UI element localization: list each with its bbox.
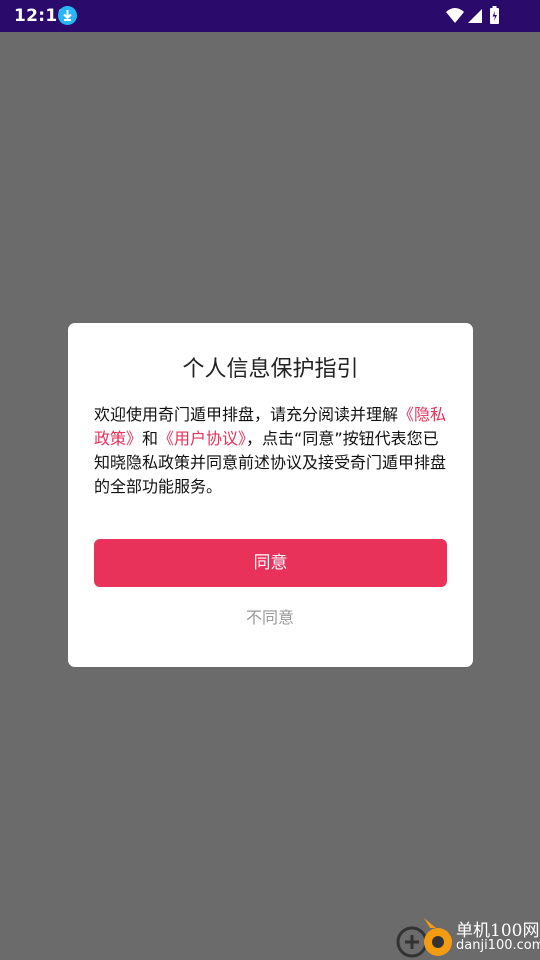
body-intro: 欢迎使用奇门遁甲排盘，请充分阅读并理解 (94, 405, 399, 424)
dialog-body: 欢迎使用奇门遁甲排盘，请充分阅读并理解《隐私政策》和《用户协议》，点击“同意”按… (94, 403, 450, 499)
disagree-button[interactable]: 不同意 (220, 603, 320, 633)
battery-icon (490, 6, 499, 24)
status-bar: 12:18 (0, 0, 540, 32)
body-and: 和 (142, 429, 159, 448)
watermark-url: danji100.com (456, 938, 540, 953)
signal-icon (468, 9, 482, 23)
download-icon (58, 6, 77, 25)
watermark: 单机100网 danji100.com (390, 912, 540, 960)
privacy-dialog: 个人信息保护指引 欢迎使用奇门遁甲排盘，请充分阅读并理解《隐私政策》和《用户协议… (68, 323, 473, 667)
dialog-title: 个人信息保护指引 (182, 357, 359, 382)
watermark-logo-icon (396, 918, 452, 958)
status-icons (446, 6, 508, 26)
user-agreement-link[interactable]: 《用户协议》 (158, 429, 246, 448)
agree-button[interactable]: 同意 (94, 539, 447, 587)
wifi-icon (446, 8, 464, 23)
